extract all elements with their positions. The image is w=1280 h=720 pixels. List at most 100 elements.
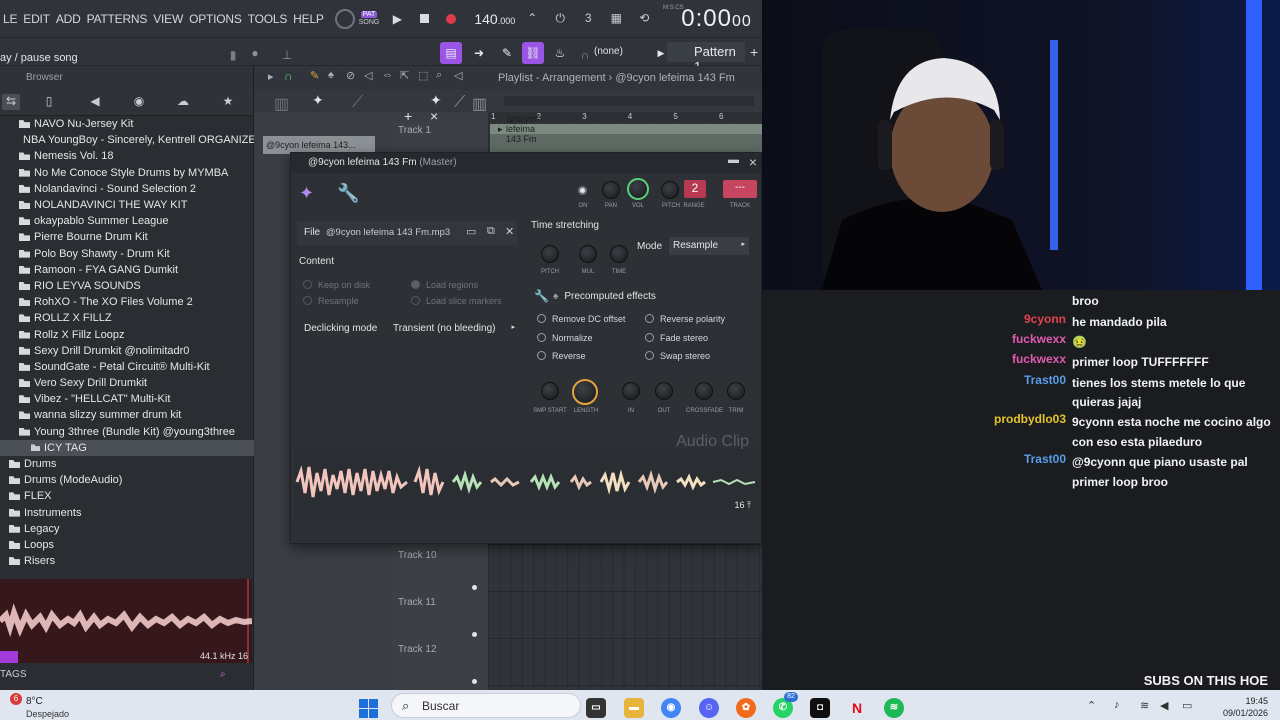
load-regions-option[interactable]: Load regions — [411, 280, 478, 290]
browser-folder-item[interactable]: Loops — [0, 537, 254, 553]
select-tool-icon[interactable]: ⬚ — [418, 69, 428, 82]
browser-folder-item[interactable]: NAVO Nu-Jersey Kit — [0, 116, 254, 132]
browser-folder-item[interactable]: Ramoon - FYA GANG Dumkit — [0, 262, 254, 278]
favorites-tab-icon[interactable]: ★ — [219, 94, 237, 110]
weather-desc[interactable]: Despejado — [26, 709, 69, 719]
browser-folder-item[interactable]: RohXO - The XO Files Volume 2 — [0, 294, 254, 310]
netflix-icon[interactable]: N — [847, 698, 867, 718]
playback-tool-icon[interactable]: ◁ — [454, 69, 462, 82]
draw-tool-icon[interactable]: ✎ — [310, 69, 319, 82]
taskbar-search[interactable]: ⌕ Buscar — [391, 693, 581, 718]
delete-tool-icon[interactable]: ⊘ — [346, 69, 355, 82]
link-icon[interactable]: ⛓ — [522, 42, 544, 64]
browser-folder-item[interactable]: Risers — [0, 553, 254, 569]
export-icon[interactable]: ⤒ — [747, 500, 751, 510]
browser-folder-item[interactable]: Vero Sexy Drill Drumkit — [0, 375, 254, 391]
capcut-icon[interactable]: ◘ — [810, 698, 830, 718]
track-name[interactable]: Track 11 — [398, 597, 436, 608]
horizontal-scrollbar[interactable] — [504, 96, 754, 106]
fade-stereo-option[interactable]: Fade stereo — [645, 333, 708, 343]
track-enable-dot[interactable] — [472, 679, 477, 684]
pitch-knob[interactable] — [661, 181, 679, 199]
automation-clip-icon[interactable]: ⟋ — [454, 94, 465, 112]
mute-tool-icon[interactable]: ◁ — [364, 69, 372, 82]
playlist-menu-icon[interactable]: ▸ — [268, 70, 274, 83]
file-name[interactable]: @9cyon lefeima 143 Fm.mp3 — [326, 227, 450, 238]
pitch-slider-icon[interactable]: ⊥ — [276, 44, 298, 66]
audio-clip-icon[interactable]: ✦ — [430, 92, 442, 109]
browser-waveform-preview[interactable]: 44.1 kHz 16 — [0, 579, 252, 663]
tempo-display[interactable]: 140.000 — [474, 11, 515, 27]
browser-folder-item[interactable]: okaypablo Summer League — [0, 213, 254, 229]
pattern-selector[interactable]: Pattern 1 — [667, 42, 745, 74]
browser-folder-item[interactable]: Rollz X Fillz Loopz — [0, 326, 254, 342]
declicking-select[interactable]: Transient (no bleeding) ▸ — [393, 323, 517, 337]
channel-title-bar[interactable]: @9cyon lefeima 143 Fm (Master) ▬ × — [291, 153, 761, 173]
browser-folder-item[interactable]: ROLLZ X FILLZ — [0, 310, 254, 326]
spotify-icon[interactable]: ≋ — [884, 698, 904, 718]
ts-pitch-knob[interactable] — [541, 245, 559, 263]
track-name[interactable]: Track 12 — [398, 644, 437, 655]
pattern-clip-icon[interactable]: ▥ — [472, 94, 487, 114]
microphone-icon[interactable]: ♪ — [1114, 699, 1120, 711]
minimize-icon[interactable]: ▬ — [728, 154, 739, 166]
fl-studio-icon[interactable]: ✿ — [736, 698, 756, 718]
countdown-icon[interactable]: 3 — [577, 11, 599, 27]
pattern-none-selector[interactable]: (none) — [594, 46, 623, 57]
play-button[interactable]: ▶ — [388, 10, 406, 28]
mixer-track-value[interactable]: --- — [723, 180, 757, 198]
battery-icon[interactable]: ▭ — [1182, 699, 1192, 712]
pencil-icon[interactable]: ✎ — [496, 42, 518, 64]
trim-knob[interactable] — [727, 382, 745, 400]
files-tab-icon[interactable]: ▯ — [40, 94, 58, 110]
menu-view[interactable]: VIEW — [150, 12, 186, 26]
out-knob[interactable] — [655, 382, 673, 400]
reverse-option[interactable]: Reverse — [537, 351, 586, 361]
channel-on-toggle[interactable] — [578, 186, 587, 195]
chat-username[interactable]: fuckwexx — [1012, 332, 1066, 346]
step-edit-icon[interactable]: ▦ — [605, 11, 627, 27]
volume-icon[interactable]: ◀ — [1160, 699, 1168, 712]
mixer-icon[interactable]: ▮ — [222, 44, 244, 66]
wifi-icon[interactable]: ≋ — [1140, 699, 1149, 712]
browser-folder-item[interactable]: Pierre Bourne Drum Kit — [0, 229, 254, 245]
menu-edit[interactable]: EDIT — [20, 12, 53, 26]
edit-file-icon[interactable]: ⧉ — [487, 225, 495, 238]
clock[interactable]: 19:45 09/01/2026 — [1223, 695, 1268, 719]
chat-username[interactable]: fuckwexx — [1012, 352, 1066, 366]
in-knob[interactable] — [622, 382, 640, 400]
playlist-view-button[interactable]: ▤ — [440, 42, 462, 64]
ts-time-knob[interactable] — [610, 245, 628, 263]
browser-folder-item[interactable]: FLEX — [0, 488, 254, 504]
browser-folder-item[interactable]: Drums (ModeAudio) — [0, 472, 254, 488]
weather-badge[interactable]: 6 — [10, 693, 22, 705]
menu-patterns[interactable]: PATTERNS — [84, 12, 151, 26]
record-button[interactable] — [442, 10, 460, 28]
browser-folder-item[interactable]: wanna slizzy summer drum kit — [0, 407, 254, 423]
swap-stereo-option[interactable]: Swap stereo — [645, 351, 710, 361]
browser-folder-item[interactable]: Sexy Drill Drumkit @nolimitadr0 — [0, 343, 254, 359]
task-view-icon[interactable]: ▭ — [586, 698, 606, 718]
browser-folder-item[interactable]: Polo Boy Shawty - Drum Kit — [0, 246, 254, 262]
slice-tool-icon[interactable]: ⇱ — [400, 69, 409, 82]
start-button[interactable] — [359, 699, 379, 719]
loop-record-icon[interactable]: ⟲ — [633, 11, 655, 27]
browser-folder-item[interactable]: Legacy — [0, 521, 254, 537]
menu-add[interactable]: ADD — [53, 12, 84, 26]
arrow-icon[interactable]: ➜ — [468, 42, 490, 64]
menu-help[interactable]: HELP — [290, 12, 327, 26]
chat-username[interactable]: Trast00 — [1024, 373, 1066, 387]
pat-song-toggle[interactable]: PAT SONG — [359, 10, 379, 27]
paint-tool-icon[interactable]: ♠ — [328, 69, 334, 81]
menu-tools[interactable]: TOOLS — [245, 12, 290, 26]
load-slice-markers-option[interactable]: Load slice markers — [411, 296, 502, 306]
chat-username[interactable]: prodbydlo03 — [994, 412, 1066, 426]
volume-knob[interactable] — [627, 178, 649, 200]
browser-folder-item[interactable]: Young 3three (Bundle Kit) @young3three — [0, 424, 254, 440]
reverse-polarity-option[interactable]: Reverse polarity — [645, 314, 725, 324]
slip-tool-icon[interactable]: ⇔ — [382, 69, 393, 81]
all-tab-icon[interactable]: ⇆ — [2, 94, 20, 110]
close-icon[interactable]: × — [749, 154, 757, 170]
sample-tab-icon[interactable]: ✦ — [299, 183, 314, 204]
browser-folder-item[interactable]: Instruments — [0, 505, 254, 521]
